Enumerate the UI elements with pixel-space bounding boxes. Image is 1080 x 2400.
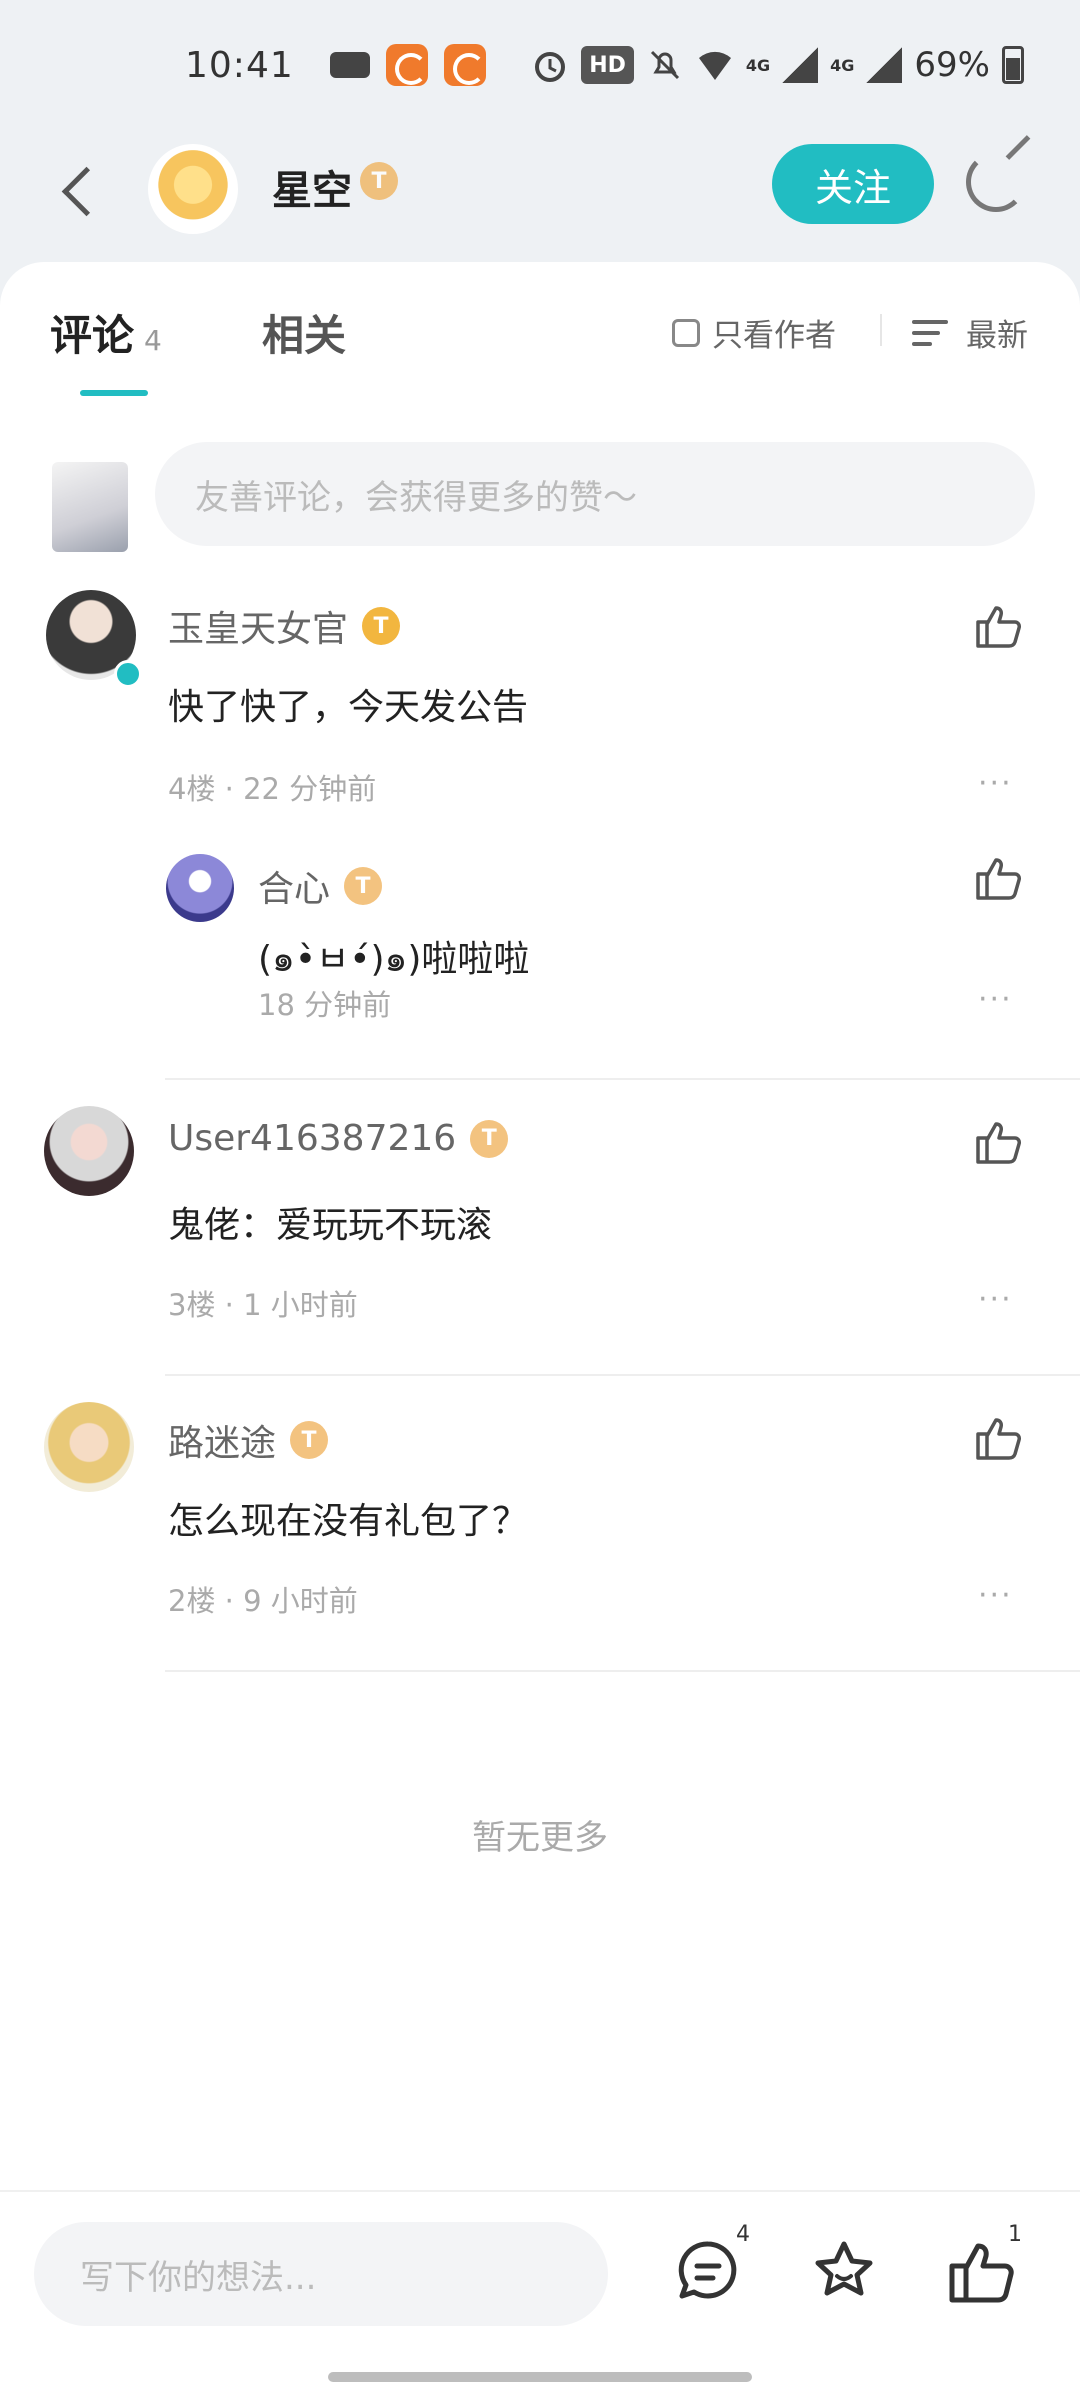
home-indicator bbox=[328, 2372, 752, 2382]
signal-label-1: 4G bbox=[745, 55, 771, 75]
avatar[interactable] bbox=[44, 1106, 134, 1196]
bottom-bar: 写下你的想法... 4 1 bbox=[0, 2190, 1080, 2400]
comment-text: 快了快了，今天发公告 bbox=[168, 687, 529, 728]
list-item: 玉皇天女官 T 快了快了，今天发公告 4楼 · 22 分钟前 ··· 合心 T … bbox=[0, 590, 1080, 1150]
comment-count: 4 bbox=[736, 2222, 750, 2247]
level-badge: T bbox=[470, 1119, 509, 1158]
status-bar: 10:41 HD 4G 4G 69% bbox=[0, 0, 1080, 130]
more-options-icon[interactable]: ··· bbox=[978, 1282, 1013, 1317]
author-only-toggle[interactable]: 只看作者 bbox=[672, 310, 836, 355]
like-count: 1 bbox=[1008, 2222, 1022, 2247]
comment-input[interactable]: 友善评论，会获得更多的赞～ bbox=[155, 442, 1035, 546]
reply-text: (๑•̀ㅂ•́)๑)啦啦啦 bbox=[258, 939, 530, 980]
app-orange-icon bbox=[443, 44, 486, 86]
alarm-icon bbox=[531, 46, 569, 84]
status-time: 10:41 bbox=[185, 44, 294, 86]
like-icon[interactable] bbox=[972, 1118, 1024, 1166]
write-comment-input[interactable]: 写下你的想法... bbox=[34, 2222, 608, 2326]
level-badge: T bbox=[344, 867, 383, 905]
tab-related[interactable]: 相关 bbox=[262, 302, 346, 363]
tab-active-indicator bbox=[80, 390, 148, 396]
gamepad-icon bbox=[329, 52, 370, 78]
divider bbox=[165, 1078, 1080, 1080]
signal-label-2: 4G bbox=[830, 55, 855, 75]
verified-icon bbox=[114, 660, 142, 688]
tab-bar: 评论 4 相关 只看作者 最新 bbox=[0, 262, 1080, 402]
sort-icon bbox=[912, 318, 952, 348]
sort-button[interactable]: 最新 bbox=[912, 310, 1028, 355]
comments-panel: 评论 4 相关 只看作者 最新 友善评论，会获得更多的赞～ 玉皇天女官 T 快了快 bbox=[0, 262, 1080, 2190]
comment-text: 鬼佬：爱玩玩不玩滚 bbox=[168, 1205, 493, 1246]
avatar bbox=[52, 462, 128, 552]
comment-username[interactable]: 路迷途 T bbox=[168, 1414, 329, 1466]
comment-username[interactable]: 玉皇天女官 T bbox=[168, 600, 401, 652]
divider bbox=[880, 314, 882, 346]
more-options-icon[interactable]: ··· bbox=[978, 1578, 1013, 1613]
avatar[interactable] bbox=[44, 1402, 134, 1492]
sort-label: 最新 bbox=[966, 318, 1028, 354]
hd-icon: HD bbox=[581, 46, 634, 84]
more-options-icon[interactable]: ··· bbox=[978, 982, 1013, 1017]
mute-icon bbox=[646, 46, 684, 84]
back-icon[interactable] bbox=[55, 160, 95, 220]
tab-comments[interactable]: 评论 4 bbox=[50, 302, 162, 363]
like-icon[interactable] bbox=[972, 1414, 1024, 1462]
like-icon[interactable] bbox=[972, 602, 1024, 650]
comment-input-row: 友善评论，会获得更多的赞～ bbox=[0, 442, 1080, 552]
like-icon[interactable] bbox=[972, 854, 1024, 902]
star-icon[interactable] bbox=[804, 2232, 884, 2312]
battery-percent: 69% bbox=[914, 45, 990, 85]
no-more-label: 暂无更多 bbox=[472, 1818, 608, 1858]
follow-button[interactable]: 关注 bbox=[772, 144, 934, 224]
level-badge: T bbox=[362, 607, 401, 645]
checkbox-icon[interactable] bbox=[672, 318, 700, 347]
avatar[interactable] bbox=[148, 144, 238, 234]
tab-comments-count: 4 bbox=[144, 324, 162, 357]
comment-meta: 2楼 · 9 小时前 bbox=[168, 1584, 358, 1618]
signal-icon bbox=[782, 47, 819, 83]
level-badge: T bbox=[360, 162, 398, 200]
battery-icon bbox=[1002, 46, 1024, 84]
signal-icon bbox=[866, 47, 903, 83]
header: 星空 T 关注 bbox=[0, 130, 1080, 260]
tab-comments-label: 评论 bbox=[50, 311, 135, 360]
list-item: 路迷途 T 怎么现在没有礼包了？ 2楼 · 9 小时前 ··· bbox=[0, 1402, 1080, 1662]
wifi-icon bbox=[696, 46, 734, 84]
comment-meta: 4楼 · 22 分钟前 bbox=[168, 772, 377, 806]
divider bbox=[165, 1374, 1080, 1376]
author-only-label: 只看作者 bbox=[712, 318, 836, 354]
page-title[interactable]: 星空 bbox=[272, 158, 352, 216]
divider bbox=[165, 1670, 1080, 1672]
app-orange-icon bbox=[385, 44, 428, 86]
list-item: User416387216 T 鬼佬：爱玩玩不玩滚 3楼 · 1 小时前 ··· bbox=[0, 1106, 1080, 1366]
comment-text: 怎么现在没有礼包了？ bbox=[168, 1501, 529, 1542]
reply-meta: 18 分钟前 bbox=[258, 988, 392, 1022]
share-icon[interactable] bbox=[966, 152, 1026, 212]
comment-meta: 3楼 · 1 小时前 bbox=[168, 1288, 358, 1322]
reply-username[interactable]: 合心 T bbox=[258, 860, 383, 912]
avatar[interactable] bbox=[166, 854, 234, 922]
level-badge: T bbox=[290, 1421, 329, 1459]
comment-username[interactable]: User416387216 T bbox=[168, 1118, 509, 1159]
more-options-icon[interactable]: ··· bbox=[978, 766, 1013, 801]
